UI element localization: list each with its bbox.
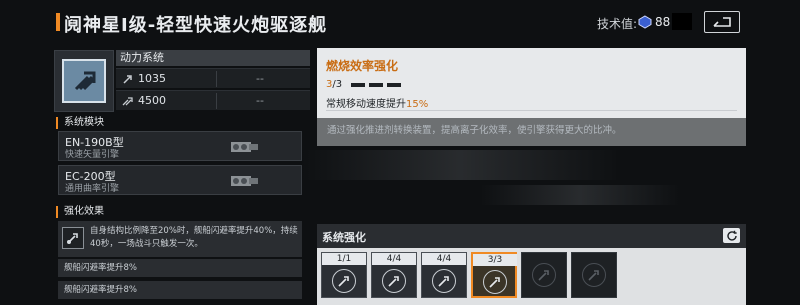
enhance-header (317, 224, 746, 248)
stat-value: 1035 (138, 72, 166, 85)
enhance-title: 系统强化 (322, 231, 366, 244)
thruster-icon (483, 270, 507, 294)
enhance-slot-locked[interactable] (521, 252, 567, 298)
header: 阋神星Ⅰ级-轻型快速火炮驱逐舰 技术值: 88 (0, 0, 800, 44)
propulsion-icon (62, 59, 106, 103)
divider (326, 110, 737, 111)
module-icon-frame (54, 50, 114, 112)
slot-count: 3/3 (473, 254, 517, 266)
system-subtitle: 通用曲率引擎 (65, 184, 120, 194)
thruster-icon (532, 263, 556, 287)
progress-total: /3 (332, 79, 343, 90)
divider (216, 71, 217, 87)
enhance-slot[interactable]: 1/1 (321, 252, 367, 298)
detail-effect: 常规移动速度提升15% (326, 95, 428, 110)
progress-pip (369, 83, 383, 87)
effect-prefix: 常规移动速度提升 (326, 99, 406, 110)
progress-pip (351, 83, 365, 87)
background-decoration (480, 185, 680, 205)
thruster-icon (382, 269, 406, 293)
engine-part-icon (231, 142, 258, 152)
back-icon (713, 17, 731, 27)
enhance-slot-selected[interactable]: 3/3 (471, 252, 517, 298)
thruster-icon (332, 269, 356, 293)
systems-heading: 系统模块 (56, 117, 104, 129)
stat-row: 4500 -- (116, 90, 310, 110)
enhance-slot[interactable]: 4/4 (421, 252, 467, 298)
progress-pip (387, 83, 401, 87)
refresh-button[interactable] (723, 228, 740, 243)
module-name: 动力系统 (116, 50, 310, 66)
system-module-item[interactable]: EN-190B型 快速矢量引擎 (58, 131, 302, 161)
tech-value-label: 技术值: (597, 17, 638, 31)
detail-progress: 3/3 (326, 79, 342, 90)
page-title: 阋神星Ⅰ级-轻型快速火炮驱逐舰 (64, 15, 328, 36)
enhance-slot[interactable]: 4/4 (371, 252, 417, 298)
tech-value: 88 (655, 15, 671, 29)
stat-value: 4500 (138, 94, 166, 107)
back-button[interactable] (704, 11, 740, 33)
thruster-icon (432, 269, 456, 293)
module-card: 动力系统 1035 -- 4500 -- (54, 50, 310, 112)
detail-description: 通过强化推进剂转换装置，提高离子化效率，使引擎获得更大的比冲。 (327, 125, 622, 136)
progress-bars (351, 83, 401, 87)
effect-main: 自身结构比例降至20%时，舰船闪避率提升40%，持续40秒，一场战斗只触发一次。 (58, 221, 302, 257)
enhance-slot-locked[interactable] (571, 252, 617, 298)
engine-part-icon (231, 176, 258, 186)
effect-row: 舰船闪避率提升8% (58, 281, 302, 299)
divider (216, 93, 217, 109)
effect-description: 自身结构比例降至20%时，舰船闪避率提升40%，持续40秒，一场战斗只触发一次。 (90, 226, 298, 249)
title-accent-bar (56, 13, 60, 31)
slot-count: 4/4 (372, 253, 416, 265)
background-decoration (300, 150, 620, 180)
detail-title: 燃烧效率强化 (326, 59, 399, 73)
effects-heading: 强化效果 (56, 206, 104, 218)
speed-icon (123, 75, 132, 84)
effect-percent: 15% (406, 99, 429, 110)
slot-count: 1/1 (322, 253, 366, 265)
system-module-item[interactable]: EC-200型 通用曲率引擎 (58, 165, 302, 195)
effect-row: 舰船闪避率提升8% (58, 259, 302, 277)
stat-delta: -- (256, 72, 264, 85)
thruster-icon (62, 227, 84, 249)
tech-value-box (672, 13, 692, 30)
system-subtitle: 快速矢量引擎 (65, 150, 120, 160)
slot-count: 4/4 (422, 253, 466, 265)
stat-delta: -- (256, 94, 264, 107)
stat-row: 1035 -- (116, 68, 310, 88)
thruster-icon (582, 263, 606, 287)
boost-icon (122, 97, 133, 106)
tech-gem-icon (638, 14, 652, 29)
refresh-icon (726, 230, 737, 241)
